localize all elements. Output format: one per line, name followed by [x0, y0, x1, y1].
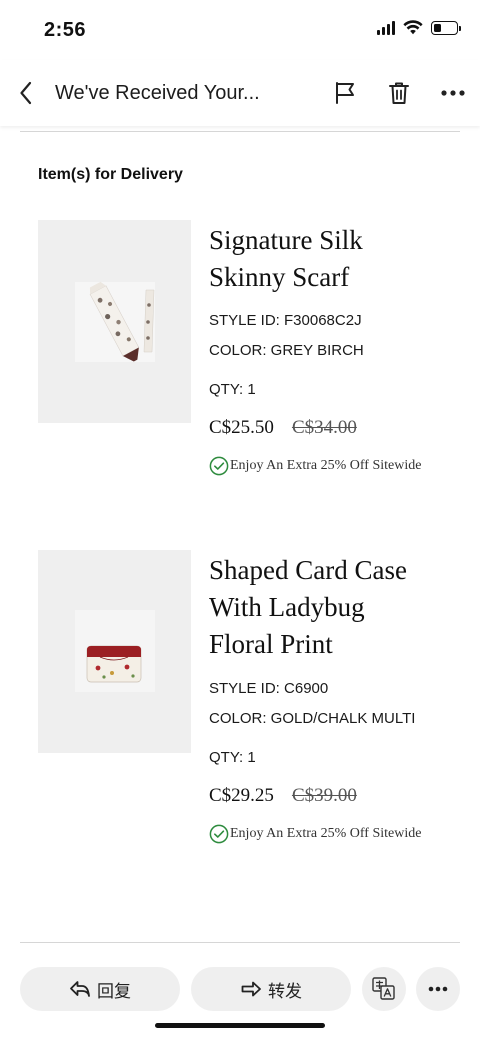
divider: [20, 131, 460, 132]
delete-button[interactable]: [384, 78, 414, 108]
translate-icon: [372, 977, 395, 1000]
more-options-button[interactable]: [438, 78, 468, 108]
wifi-icon: [403, 20, 423, 35]
scarf-image: [75, 281, 155, 362]
product-name-line: Shaped Card Case: [209, 555, 407, 585]
price-row: C$29.25 C$39.00: [209, 785, 459, 807]
check-circle-icon: [209, 456, 229, 476]
forward-label: 转发: [268, 981, 302, 1001]
battery-icon: [431, 20, 461, 35]
original-price: C$39.00: [291, 785, 357, 806]
product-info: Shaped Card Case With Ladybug Floral Pri…: [209, 550, 459, 844]
card-case-image: [75, 610, 155, 692]
reply-icon: [70, 981, 90, 997]
status-bar: 2:56: [0, 0, 480, 60]
product-name-line: Skinny Scarf: [209, 262, 350, 292]
status-icons: [377, 20, 461, 35]
check-circle-icon: [209, 824, 229, 844]
more-icon: [428, 986, 448, 992]
style-id: STYLE ID: F30068C2J: [209, 312, 362, 329]
flag-icon: [336, 82, 354, 104]
reply-label: 回复: [97, 981, 131, 1001]
promo-message: Enjoy An Extra 25% Off Sitewide: [209, 456, 459, 476]
promo-text: Enjoy An Extra 25% Off Sitewide: [230, 458, 422, 473]
product-color: COLOR: GREY BIRCH: [209, 342, 364, 359]
original-price: C$34.00: [291, 417, 357, 438]
section-title: Item(s) for Delivery: [38, 166, 183, 183]
back-button[interactable]: [12, 78, 40, 108]
more-actions-button[interactable]: [416, 967, 460, 1011]
product-name[interactable]: Shaped Card Case With Ladybug Floral Pri…: [209, 552, 459, 663]
translate-button[interactable]: [362, 967, 406, 1011]
product-name[interactable]: Signature Silk Skinny Scarf: [209, 222, 459, 296]
product-info: Signature Silk Skinny Scarf STYLE ID: F3…: [209, 220, 459, 476]
product-name-line: With Ladybug: [209, 592, 365, 622]
reply-button[interactable]: 回复: [20, 967, 180, 1011]
promo-text: Enjoy An Extra 25% Off Sitewide: [230, 826, 422, 841]
flag-button[interactable]: [330, 78, 360, 108]
promo-message: Enjoy An Extra 25% Off Sitewide: [209, 824, 459, 844]
email-subject-title: We've Received Your...: [55, 82, 260, 104]
sale-price: C$25.50: [209, 417, 274, 438]
nav-bar: We've Received Your...: [0, 60, 480, 126]
forward-button[interactable]: 转发: [191, 967, 351, 1011]
chevron-left-icon: [20, 81, 32, 105]
product-color: COLOR: GOLD/CHALK MULTI: [209, 710, 416, 727]
product-qty: QTY: 1: [209, 749, 256, 766]
product-image[interactable]: [38, 220, 191, 423]
status-time: 2:56: [44, 19, 87, 41]
battery-level: [434, 23, 442, 32]
forward-icon: [241, 981, 261, 997]
style-id: STYLE ID: C6900: [209, 680, 329, 697]
product-name-line: Floral Print: [209, 629, 333, 659]
cellular-signal-icon: [377, 20, 395, 35]
price-row: C$25.50 C$34.00: [209, 417, 459, 439]
trash-icon: [389, 82, 409, 104]
more-icon: [441, 90, 465, 96]
product-qty: QTY: 1: [209, 381, 256, 398]
home-indicator[interactable]: [155, 1023, 325, 1028]
product-name-line: Signature Silk: [209, 225, 363, 255]
product-image[interactable]: [38, 550, 191, 753]
divider: [20, 942, 460, 943]
sale-price: C$29.25: [209, 785, 274, 806]
